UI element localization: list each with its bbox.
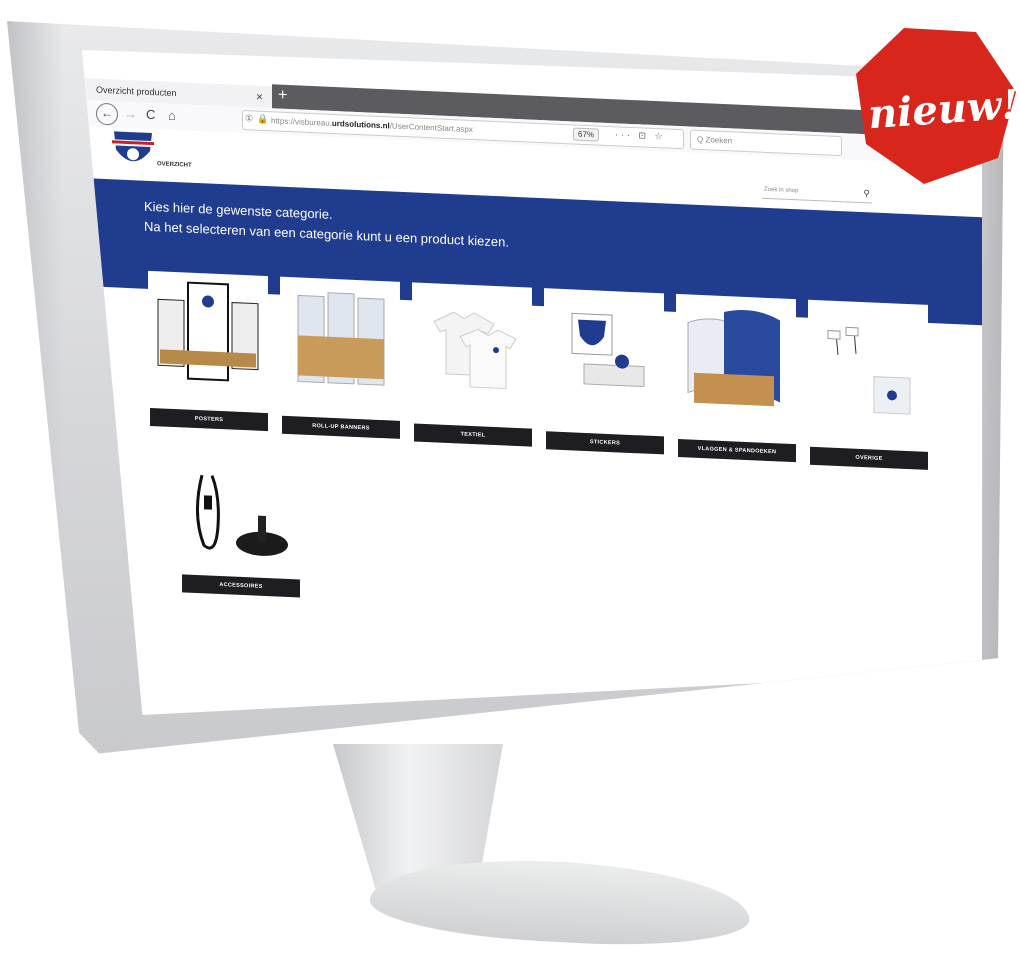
accessoires-button[interactable]: ACCESSOIRES: [182, 574, 300, 598]
textiel-image: [433, 311, 517, 390]
forward-icon[interactable]: →: [124, 106, 137, 122]
posters-image: [157, 281, 259, 382]
category-card-posters[interactable]: [148, 270, 268, 415]
category-card-overige[interactable]: [808, 299, 928, 443]
browser-search-placeholder: Q Zoeken: [697, 134, 733, 146]
back-icon[interactable]: ←: [96, 102, 118, 126]
stickers-button[interactable]: STICKERS: [546, 431, 664, 455]
overige-button[interactable]: OVERIGE: [810, 446, 928, 470]
browser-window: Overzicht producten × + ← → C ⌂ ① 🔒 http…: [82, 50, 982, 715]
zoom-level[interactable]: 67%: [573, 127, 600, 142]
accessoires-image: [195, 474, 288, 556]
page-actions-icons[interactable]: ··· ⊡ ☆: [615, 129, 666, 142]
home-icon[interactable]: ⌂: [168, 108, 176, 123]
tab-title: Overzicht producten: [96, 84, 177, 99]
category-card-stickers[interactable]: [544, 288, 664, 432]
textiel-button[interactable]: TEXTIEL: [414, 423, 532, 447]
rollup-banners-image: [297, 292, 385, 386]
posters-button[interactable]: POSTERS: [150, 407, 268, 432]
category-card-rollup[interactable]: [280, 276, 400, 420]
overige-image: [827, 326, 911, 415]
vlaggen-image: [687, 310, 780, 407]
shop-search-placeholder: Zoek in shop: [764, 186, 799, 195]
category-card-textiel[interactable]: [412, 282, 532, 426]
close-tab-icon[interactable]: ×: [256, 90, 263, 104]
vlaggen-button[interactable]: VLAGGEN & SPANDOEKEN: [678, 439, 796, 463]
new-tab-icon[interactable]: +: [278, 87, 287, 105]
stickers-image: [571, 312, 645, 388]
lock-icon[interactable]: 🔒: [257, 114, 268, 125]
category-card-vlaggen[interactable]: [676, 293, 796, 438]
tracking-shield-icon[interactable]: ①: [245, 113, 253, 124]
shop-logo[interactable]: [110, 127, 156, 171]
search-icon[interactable]: ⚲: [863, 188, 870, 199]
monitor-screen: Overzicht producten × + ← → C ⌂ ① 🔒 http…: [82, 50, 982, 715]
url-text: https://visbureau.urdsolutions.nl/UserCo…: [271, 116, 473, 135]
rollup-banners-button[interactable]: ROLL-UP BANNERS: [282, 415, 400, 439]
reload-icon[interactable]: C: [146, 107, 155, 122]
